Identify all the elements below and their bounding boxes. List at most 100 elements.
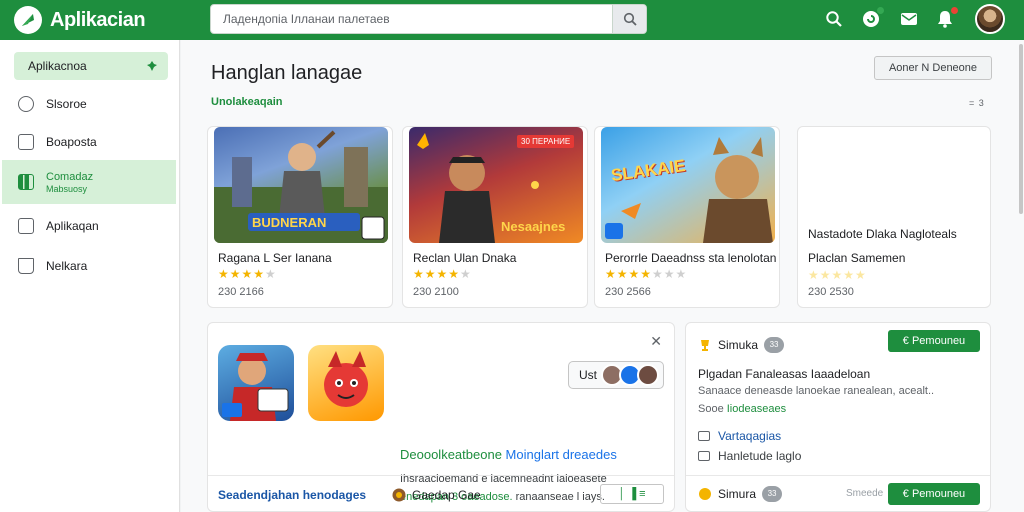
checkbox-row[interactable]: Hanletude laglo bbox=[698, 449, 801, 463]
sidebar-item-apps[interactable]: Aplikacnoa bbox=[14, 52, 168, 80]
promo-title-part: Deooolkeatbeone bbox=[400, 447, 502, 462]
message-icon[interactable] bbox=[898, 8, 920, 30]
game-card[interactable]: BUDNERAN Ragana L Ser Ianana ★★★★★ 230 2… bbox=[207, 126, 393, 308]
scrollbar[interactable] bbox=[1019, 44, 1023, 214]
sidebar-item-aplikaqan[interactable]: Aplikaqan bbox=[2, 204, 176, 248]
promo-title-part: Moinglart dreaedes bbox=[505, 447, 617, 462]
sidebar-item-comadaz[interactable]: Comadaz Mabsuosy bbox=[2, 160, 176, 204]
users-pill[interactable]: Ust bbox=[568, 361, 664, 389]
app-badge-icon bbox=[392, 488, 406, 502]
play-games-icon[interactable] bbox=[860, 6, 885, 30]
game-title: Nastadote Dlaka Nagloteals bbox=[808, 227, 957, 241]
search-button[interactable] bbox=[612, 5, 646, 33]
view-toggle[interactable]: │ ▐ ≡ bbox=[600, 484, 664, 504]
search-input[interactable] bbox=[211, 5, 611, 33]
footer-label: Simura bbox=[718, 487, 757, 501]
game-card[interactable]: Nastadote Dlaka Nagloteals Placlan Samem… bbox=[797, 126, 991, 308]
game-icon[interactable] bbox=[308, 345, 384, 421]
panel-link[interactable]: Iiodeaseaes bbox=[727, 403, 786, 415]
trophy-icon bbox=[699, 488, 711, 500]
library-icon bbox=[18, 174, 34, 190]
thumbnail-text: BUDNERAN bbox=[252, 215, 327, 230]
trophy-icon bbox=[701, 340, 709, 351]
count-badge: 33 bbox=[764, 337, 785, 353]
top-action-button[interactable]: Aoner N Deneone bbox=[874, 56, 992, 80]
footer-link[interactable]: Seadendjahan henodages bbox=[218, 488, 366, 502]
top-app-bar: Aplikacian bbox=[0, 0, 1024, 40]
game-meta: 230 2166 bbox=[218, 286, 264, 298]
panel-footer: Simura 33 Smeede € Pemouneu bbox=[686, 475, 990, 511]
sidebar-item-label: Aplikaqan bbox=[46, 219, 99, 233]
bookmark-icon bbox=[18, 258, 34, 274]
sidebar-item-label: Aplikacnoa bbox=[28, 59, 87, 73]
count-badge: 33 bbox=[762, 486, 783, 502]
checkbox-label: Hanletude laglo bbox=[718, 449, 802, 463]
search-icon bbox=[623, 12, 637, 26]
sidebar-item-label: Boaposta bbox=[46, 135, 97, 149]
game-subtitle: Placlan Samemen bbox=[808, 251, 906, 265]
game-thumbnail: 30 ПЕРАНИЕ Nesaajnes bbox=[409, 127, 583, 243]
game-meta: 230 2100 bbox=[413, 286, 459, 298]
notification-badge bbox=[950, 6, 959, 15]
game-card[interactable]: SLAKAIE Perorrle Daeadnss sta lenolotan … bbox=[594, 126, 780, 308]
green-action-button[interactable]: € Pemouneu bbox=[888, 483, 980, 505]
panel-description: Sanaace deneasde lanoekae ranealean, ace… bbox=[698, 385, 935, 397]
promo-title[interactable]: Deooolkeatbeone Moinglart dreaedes bbox=[400, 447, 617, 462]
sidebar-item-boaposta[interactable]: Boaposta bbox=[2, 120, 176, 164]
clipboard-icon bbox=[18, 134, 34, 150]
rating-stars: ★★★★★ bbox=[218, 267, 277, 281]
checkbox[interactable] bbox=[698, 451, 710, 461]
sidebar-item-sublabel: Mabsuosy bbox=[46, 183, 88, 194]
footer-app[interactable]: Gaedap Gae bbox=[392, 488, 481, 502]
notification-bell-icon[interactable] bbox=[934, 6, 959, 30]
panel-header-label: Simuka bbox=[718, 338, 759, 352]
game-card[interactable]: 30 ПЕРАНИЕ Nesaajnes Reclan Ulan Dnaka ★… bbox=[402, 126, 588, 308]
info-panel: Simuka 33 € Pemouneu Plgadan Fanaleasas … bbox=[685, 322, 991, 512]
logo-icon bbox=[14, 6, 42, 34]
game-title: Perorrle Daeadnss sta lenolotan bbox=[605, 251, 777, 265]
avatar bbox=[637, 364, 659, 386]
app-logo[interactable]: Aplikacian bbox=[14, 6, 146, 34]
game-title: Reclan Ulan Dnaka bbox=[413, 251, 517, 265]
game-meta: 230 2530 bbox=[808, 286, 854, 298]
app-title: Aplikacian bbox=[50, 8, 146, 31]
footer-app-label: Gaedap Gae bbox=[412, 488, 481, 502]
game-icon[interactable] bbox=[218, 345, 294, 421]
main-content: Hanglan lanagae Unolakeaqain Aoner N Den… bbox=[181, 40, 1024, 512]
rating-stars: ★★★★★ bbox=[413, 267, 472, 281]
rating-stars: ★★★★★★★ bbox=[605, 267, 688, 281]
user-avatar[interactable] bbox=[975, 4, 1005, 34]
promo-footer: Seadendjahan henodages Gaedap Gae │ ▐ ≡ bbox=[208, 475, 674, 511]
search-bar bbox=[210, 4, 647, 34]
app-icon bbox=[18, 218, 34, 234]
status-badge bbox=[876, 6, 885, 15]
promo-panel: ✕ Ust Deooolkeatbeone Moinglart dreaedes… bbox=[207, 322, 675, 512]
thumbnail-text: Nesaajnes bbox=[501, 219, 566, 234]
game-title: Ragana L Ser Ianana bbox=[218, 251, 332, 265]
pin-icon bbox=[147, 61, 157, 71]
sidebar: Aplikacnoa Slsoroe Boaposta Comadaz Mabs… bbox=[0, 40, 180, 512]
checkbox-row[interactable]: Vartaqagias bbox=[698, 429, 781, 443]
game-thumbnail: SLAKAIE bbox=[601, 127, 775, 243]
game-meta: 230 2566 bbox=[605, 286, 651, 298]
green-action-button[interactable]: € Pemouneu bbox=[888, 330, 980, 352]
chat-bubble-icon bbox=[18, 96, 34, 112]
game-thumbnail: BUDNERAN bbox=[214, 127, 388, 243]
more-options-icon[interactable]: = 3 bbox=[969, 98, 985, 108]
pill-label: Ust bbox=[579, 368, 597, 382]
checkbox-label: Vartaqagias bbox=[718, 429, 782, 443]
section-label[interactable]: Unolakeaqain bbox=[211, 96, 283, 108]
close-icon[interactable]: ✕ bbox=[650, 333, 662, 350]
checkbox[interactable] bbox=[698, 431, 710, 441]
panel-description: Sooe Iiodeaseaes bbox=[698, 403, 786, 415]
rating-stars: ★★★★★ bbox=[808, 268, 867, 282]
footer-extra: Smeede bbox=[846, 488, 884, 499]
sidebar-item-label: Comadaz bbox=[46, 170, 94, 183]
sidebar-item-label: Slsoroe bbox=[46, 97, 87, 111]
search-icon[interactable] bbox=[823, 8, 845, 30]
panel-text: Sooe bbox=[698, 403, 727, 415]
panel-title: Plgadan Fanaleasas Iaaadeloan bbox=[698, 367, 871, 381]
sidebar-item-nelkara[interactable]: Nelkara bbox=[2, 244, 176, 288]
page-title: Hanglan lanagae bbox=[211, 62, 363, 84]
promo-badge: 30 ПЕРАНИЕ bbox=[517, 135, 575, 148]
